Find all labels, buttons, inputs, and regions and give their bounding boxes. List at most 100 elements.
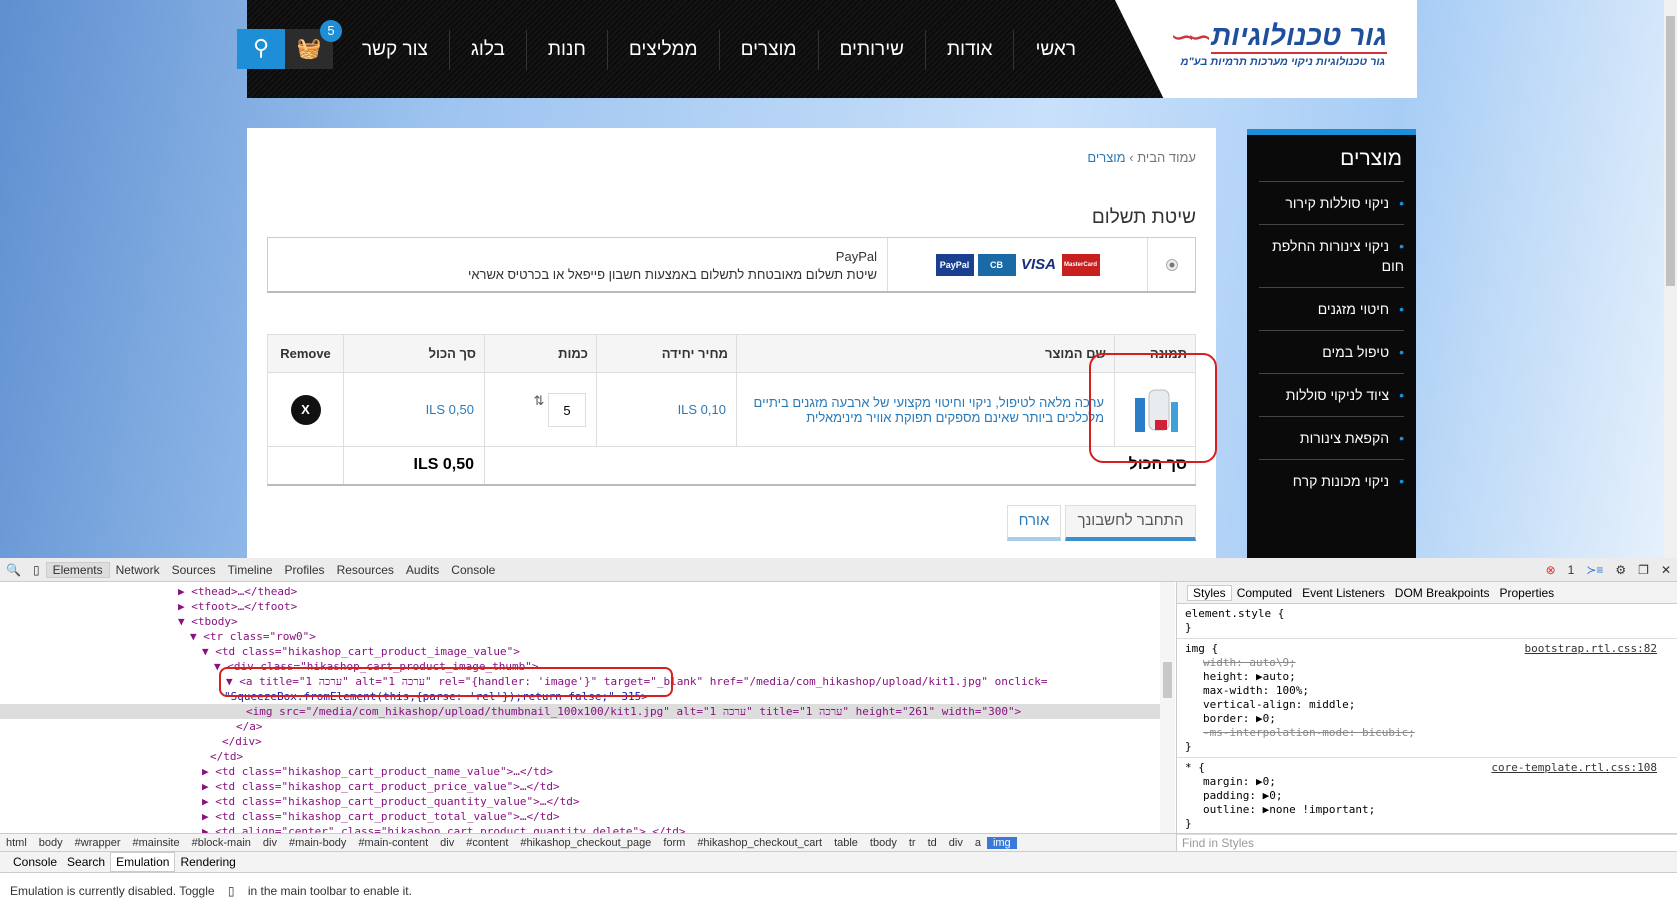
product-name-link[interactable]: ערכה מלאה לטיפול, ניקוי וחיטוי מקצועי של… xyxy=(736,372,1115,447)
search-button[interactable]: ⚲ xyxy=(237,29,285,69)
dom-node[interactable]: </div> xyxy=(0,734,1160,749)
style-property[interactable]: outline: ▶none !important; xyxy=(1185,803,1669,817)
style-property[interactable]: width: auto\9; xyxy=(1185,656,1669,670)
sidebar-item[interactable]: טיפול במים xyxy=(1259,330,1404,373)
breadcrumb-node[interactable]: div xyxy=(943,837,969,849)
style-property[interactable]: -ms-interpolation-mode: bicubic; xyxy=(1185,726,1669,740)
menu-item-blog[interactable]: בלוג xyxy=(448,30,526,70)
style-property[interactable]: height: ▶auto; xyxy=(1185,670,1669,684)
drawer-tab-emulation[interactable]: Emulation xyxy=(110,852,176,872)
logo[interactable]: ∽∽ גור טכנולוגיות גור טכנולוגיות ניקוי מ… xyxy=(1115,0,1417,98)
drawer-tab-rendering[interactable]: Rendering xyxy=(175,853,240,871)
dom-node[interactable]: ▼ <tbody> xyxy=(0,614,1160,629)
breadcrumb-node[interactable]: body xyxy=(33,837,69,849)
refresh-icon[interactable]: ⇅ xyxy=(533,393,544,408)
style-property[interactable]: max-width: 100%; xyxy=(1185,684,1669,698)
breadcrumb-node[interactable]: div xyxy=(434,837,460,849)
dom-node[interactable]: ▶ <td class="hikashop_cart_product_total… xyxy=(0,809,1160,824)
dom-node[interactable]: ▶ <tfoot>…</tfoot> xyxy=(0,599,1160,614)
menu-item-home[interactable]: ראשי xyxy=(1013,30,1097,70)
close-icon[interactable]: ✕ xyxy=(1655,563,1677,577)
tab-dom-breakpoints[interactable]: DOM Breakpoints xyxy=(1390,586,1495,600)
dom-node-selected[interactable]: <img src="/media/com_hikashop/upload/thu… xyxy=(0,704,1160,719)
drawer-tab-search[interactable]: Search xyxy=(62,853,110,871)
page-scrollbar[interactable] xyxy=(1664,0,1677,558)
dom-node[interactable]: ▶ <td class="hikashop_cart_product_name_… xyxy=(0,764,1160,779)
scrollbar-thumb[interactable] xyxy=(1666,16,1675,286)
rule-source-link[interactable]: core-template.rtl.css:108 xyxy=(1491,761,1657,775)
breadcrumb-node[interactable]: div xyxy=(257,837,283,849)
sidebar-item[interactable]: חיטוי מזגנים xyxy=(1259,287,1404,330)
dom-node[interactable]: ▶ <td class="hikashop_cart_product_price… xyxy=(0,779,1160,794)
dom-node[interactable]: ▶ <thead>…</thead> xyxy=(0,584,1160,599)
tab-sources[interactable]: Sources xyxy=(166,563,222,577)
breadcrumb-node[interactable]: img xyxy=(986,836,1017,849)
style-property[interactable]: margin: ▶0; xyxy=(1185,775,1669,789)
breadcrumb-node[interactable]: #hikashop_checkout_page xyxy=(514,837,657,849)
sidebar-item[interactable]: ניקוי מכונות קרח xyxy=(1259,459,1404,502)
style-property[interactable]: border: ▶0; xyxy=(1185,712,1669,726)
breadcrumb-node[interactable]: #main-content xyxy=(352,837,434,849)
dom-node[interactable]: ▼ <tr class="row0"> xyxy=(0,629,1160,644)
rule-source-link[interactable]: bootstrap.rtl.css:82 xyxy=(1525,642,1657,656)
tab-event-listeners[interactable]: Event Listeners xyxy=(1297,586,1390,600)
remove-button[interactable]: X xyxy=(290,394,321,425)
inspect-icon[interactable]: 🔍 xyxy=(0,563,27,577)
breadcrumb-node[interactable]: tbody xyxy=(864,837,903,849)
style-property[interactable]: vertical-align: middle; xyxy=(1185,698,1669,712)
style-property[interactable]: padding: ▶0; xyxy=(1185,789,1669,803)
tab-styles[interactable]: Styles xyxy=(1187,584,1232,601)
breadcrumb-node[interactable]: table xyxy=(828,837,864,849)
drawer-toggle-icon[interactable]: ≻≡ xyxy=(1580,563,1609,577)
sidebar-item[interactable]: ניקוי צינורות החלפת חום xyxy=(1259,224,1404,287)
sidebar-item[interactable]: ניקוי סוללות קירור xyxy=(1259,181,1404,224)
tab-computed[interactable]: Computed xyxy=(1232,586,1297,600)
find-in-styles-input[interactable]: Find in Styles xyxy=(1176,833,1677,851)
dom-node[interactable]: ▶ <td class="hikashop_cart_product_quant… xyxy=(0,794,1160,809)
payment-radio[interactable] xyxy=(1147,238,1195,291)
menu-item-services[interactable]: שירותים xyxy=(817,30,925,70)
drawer-tab-console[interactable]: Console xyxy=(8,853,62,871)
dom-node[interactable]: ▶ <td align="center" class="hikashop_car… xyxy=(0,824,1160,833)
menu-item-recommenders[interactable]: ממליצים xyxy=(606,30,719,70)
dom-node[interactable]: ▼ <td class="hikashop_cart_product_image… xyxy=(0,644,1160,659)
menu-item-shop[interactable]: חנות xyxy=(525,30,607,70)
gear-icon[interactable]: ⚙ xyxy=(1609,563,1632,577)
breadcrumb-node[interactable]: #content xyxy=(460,837,514,849)
breadcrumb-node[interactable]: #block-main xyxy=(186,837,257,849)
tab-network[interactable]: Network xyxy=(110,563,166,577)
breadcrumb-node[interactable]: form xyxy=(657,837,691,849)
breadcrumb-node[interactable]: td xyxy=(922,837,943,849)
breadcrumb-node[interactable]: #mainsite xyxy=(127,837,186,849)
sidebar-item[interactable]: ציוד לניקוי סוללות xyxy=(1259,373,1404,416)
menu-item-products[interactable]: מוצרים xyxy=(718,30,818,70)
breadcrumb-node[interactable]: html xyxy=(0,837,33,849)
breadcrumb-node[interactable]: a xyxy=(969,837,987,849)
breadcrumb-node[interactable]: tr xyxy=(903,837,922,849)
breadcrumb-node[interactable]: #hikashop_checkout_cart xyxy=(691,837,828,849)
dom-node[interactable]: </td> xyxy=(0,749,1160,764)
scrollbar-thumb[interactable] xyxy=(1163,662,1172,698)
tab-properties[interactable]: Properties xyxy=(1494,586,1559,600)
tab-profiles[interactable]: Profiles xyxy=(279,563,331,577)
menu-item-about[interactable]: אודות xyxy=(925,30,1013,70)
quantity-input[interactable]: 5 xyxy=(548,392,586,427)
menu-item-contact[interactable]: צור קשר xyxy=(341,30,449,70)
tab-guest[interactable]: אורח xyxy=(1007,505,1061,541)
tab-timeline[interactable]: Timeline xyxy=(222,563,279,577)
dom-scrollbar[interactable] xyxy=(1160,582,1175,833)
tab-resources[interactable]: Resources xyxy=(331,563,400,577)
breadcrumb-node[interactable]: #main-body xyxy=(283,837,352,849)
tab-login[interactable]: התחבר לחשבונך xyxy=(1065,505,1196,541)
sidebar-item[interactable]: הקפאת צינורות xyxy=(1259,416,1404,459)
dock-icon[interactable]: ❐ xyxy=(1632,563,1655,577)
tab-elements[interactable]: Elements xyxy=(45,561,110,578)
breadcrumb-current[interactable]: מוצרים xyxy=(1087,150,1125,165)
error-count[interactable]: 1 xyxy=(1562,563,1581,577)
tab-console[interactable]: Console xyxy=(445,563,501,577)
tab-audits[interactable]: Audits xyxy=(400,563,445,577)
dom-node[interactable]: </a> xyxy=(0,719,1160,734)
breadcrumb-node[interactable]: #wrapper xyxy=(69,837,127,849)
breadcrumb-home[interactable]: עמוד הבית xyxy=(1137,150,1196,165)
device-icon[interactable]: ▯ xyxy=(27,563,46,577)
